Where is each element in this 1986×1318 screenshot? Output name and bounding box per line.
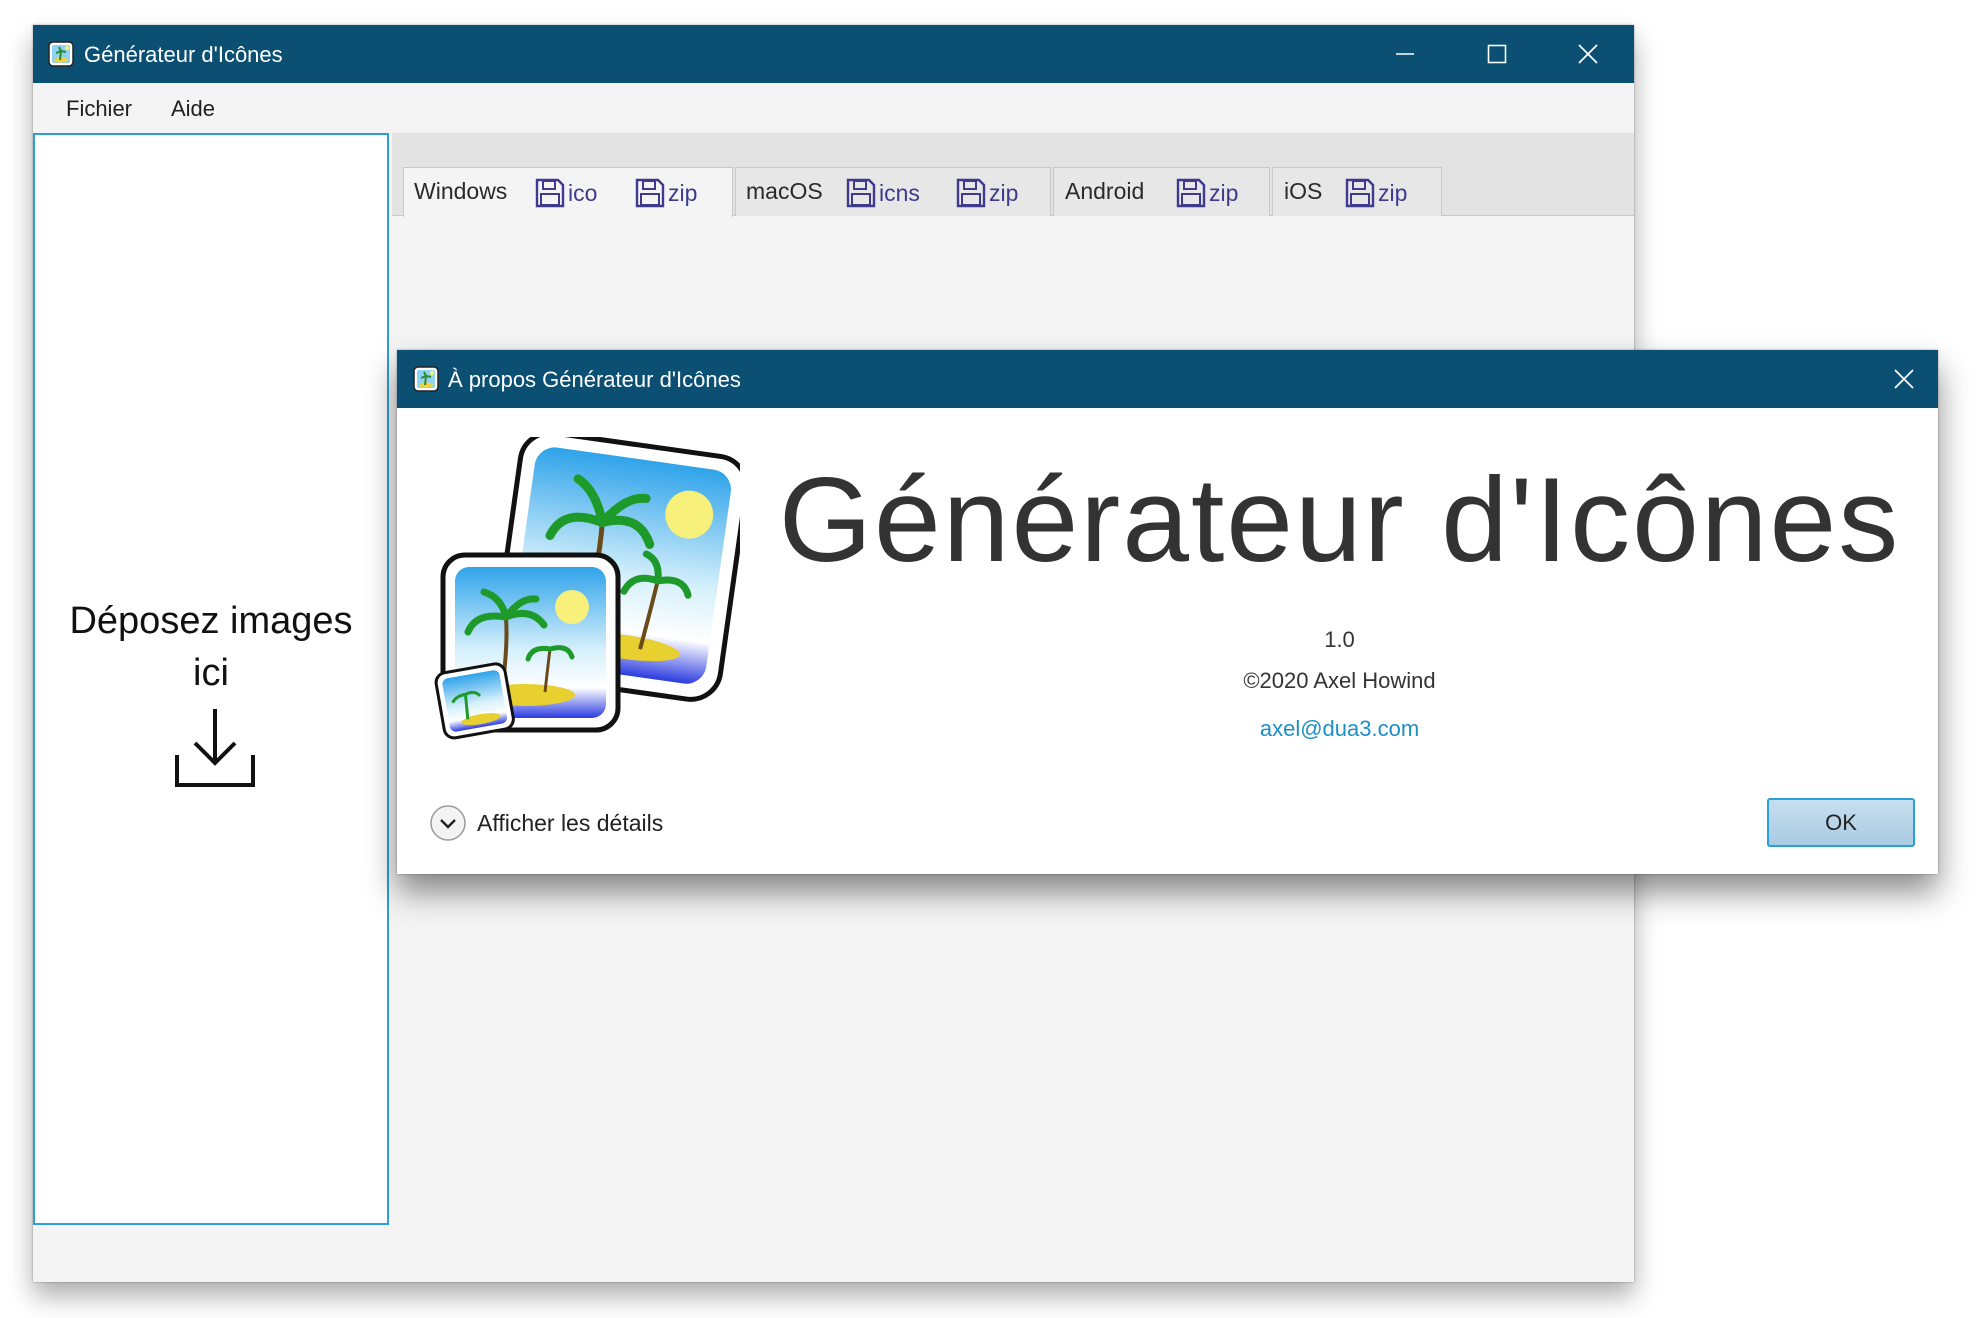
save-icon: [635, 178, 665, 208]
maximize-icon: [1487, 44, 1507, 64]
window-title: Générateur d'Icônes: [84, 42, 283, 67]
status-area: [33, 1225, 1634, 1282]
about-email-link[interactable]: axel@dua3.com: [769, 716, 1910, 742]
ok-button-label: OK: [1825, 809, 1857, 835]
show-details-toggle[interactable]: Afficher les détails: [429, 804, 663, 842]
save-zip-android-button[interactable]: zip: [1176, 176, 1238, 210]
save-zip-label: zip: [989, 179, 1019, 206]
about-titlebar[interactable]: À propos Générateur d'Icônes: [397, 350, 1938, 408]
about-dialog: À propos Générateur d'Icônes Générateur …: [397, 350, 1938, 874]
menu-aide[interactable]: Aide: [171, 96, 215, 122]
main-titlebar[interactable]: Générateur d'Icônes: [33, 25, 1634, 83]
about-title: À propos Générateur d'Icônes: [448, 367, 741, 392]
platform-tab-bar: Windows ico zip macOS icns zip Android z…: [392, 133, 1634, 217]
save-zip-label: zip: [668, 179, 698, 206]
app-logo-icon: [434, 437, 740, 740]
close-button[interactable]: [1542, 25, 1634, 83]
about-copyright: ©2020 Axel Howind: [1243, 668, 1436, 693]
save-zip-macos-button[interactable]: zip: [956, 176, 1018, 210]
menu-bar: Fichier Aide: [33, 83, 1634, 133]
save-ico-label: ico: [568, 179, 598, 206]
save-icon: [956, 178, 986, 208]
about-app-name: Générateur d'Icônes: [778, 453, 1901, 587]
tab-macos-label: macOS: [746, 178, 823, 204]
menu-fichier[interactable]: Fichier: [66, 96, 132, 122]
save-zip-label: zip: [1209, 179, 1239, 206]
save-icon: [1345, 178, 1375, 208]
image-drop-zone[interactable]: Déposez images ici: [33, 133, 389, 1225]
tab-windows[interactable]: Windows ico zip: [403, 167, 733, 217]
app-icon: [48, 41, 74, 67]
save-icon: [846, 178, 876, 208]
save-icon: [535, 178, 565, 208]
save-ico-button[interactable]: ico: [535, 176, 597, 210]
save-zip-label: zip: [1378, 179, 1408, 206]
drop-zone-text: Déposez images ici: [35, 595, 387, 699]
save-zip-windows-button[interactable]: zip: [635, 176, 697, 210]
minimize-icon: [1396, 53, 1414, 55]
drop-zone-line-2: ici: [193, 652, 229, 694]
save-icns-label: icns: [879, 179, 920, 206]
tab-android[interactable]: Android zip: [1053, 167, 1270, 216]
tab-ios[interactable]: iOS zip: [1272, 167, 1442, 216]
close-icon: [1578, 44, 1598, 64]
about-close-button[interactable]: [1870, 350, 1938, 408]
save-icns-button[interactable]: icns: [846, 176, 920, 210]
ok-button[interactable]: OK: [1767, 798, 1915, 847]
tab-android-label: Android: [1065, 178, 1145, 204]
tab-windows-label: Windows: [414, 178, 508, 204]
minimize-button[interactable]: [1359, 25, 1451, 83]
about-version: 1.0: [1324, 627, 1355, 652]
app-icon: [413, 366, 439, 392]
tab-macos[interactable]: macOS icns zip: [735, 167, 1051, 216]
tab-ios-label: iOS: [1284, 178, 1323, 204]
close-icon: [1894, 369, 1914, 389]
maximize-button[interactable]: [1451, 25, 1543, 83]
drop-zone-line-1: Déposez images: [69, 600, 353, 642]
save-zip-ios-button[interactable]: zip: [1345, 176, 1407, 210]
save-icon: [1176, 178, 1206, 208]
show-details-label: Afficher les détails: [477, 809, 664, 836]
download-icon: [175, 709, 255, 787]
chevron-down-icon: [430, 805, 466, 841]
